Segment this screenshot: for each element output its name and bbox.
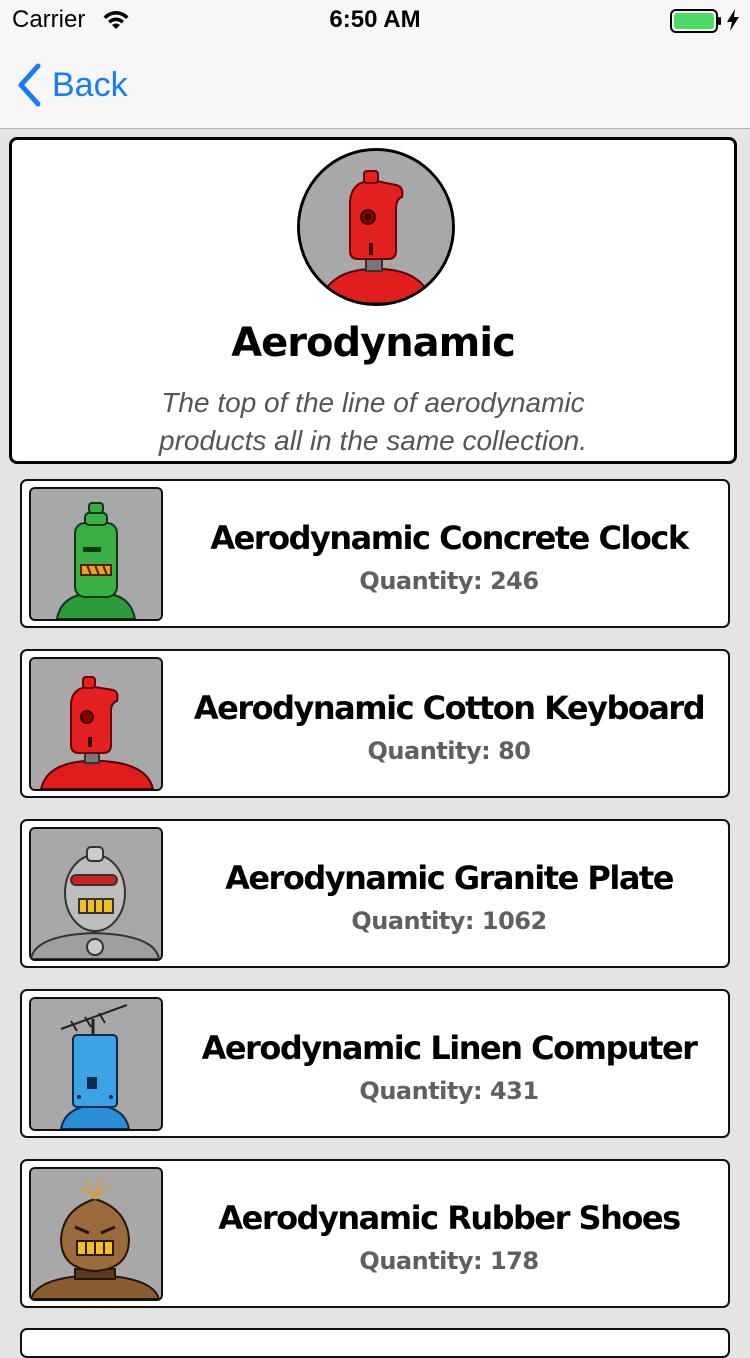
product-name: Aerodynamic Linen Computer (201, 1029, 698, 1067)
category-title: Aerodynamic (231, 320, 516, 366)
blue-robot-icon (29, 997, 163, 1131)
category-description: The top of the line of aerodynamic produ… (159, 387, 587, 456)
product-quantity: Quantity: 431 (359, 1077, 539, 1105)
product-row[interactable]: Aerodynamic Concrete Clock Quantity: 246 (20, 479, 730, 628)
battery-icon (670, 9, 721, 33)
product-quantity: Quantity: 246 (359, 567, 539, 595)
product-quantity: Quantity: 1062 (351, 907, 547, 935)
back-button[interactable]: Back (16, 62, 128, 108)
back-label: Back (52, 65, 128, 104)
brown-robot-icon (29, 1167, 163, 1301)
product-name: Aerodynamic Cotton Keyboard (193, 689, 706, 727)
green-robot-icon (29, 487, 163, 621)
product-quantity: Quantity: 80 (367, 737, 531, 765)
charging-bolt-icon (727, 9, 739, 31)
chevron-left-icon (18, 63, 41, 107)
product-name: Aerodynamic Granite Plate (225, 859, 674, 897)
red-robot-icon (297, 148, 455, 306)
product-row[interactable]: Aerodynamic Linen Computer Quantity: 431 (20, 989, 730, 1138)
clock-label: 6:50 AM (329, 6, 421, 33)
red-robot-icon (29, 657, 163, 791)
product-row[interactable]: Aerodynamic Rubber Shoes Quantity: 178 (20, 1159, 730, 1308)
product-row[interactable]: Aerodynamic Cotton Keyboard Quantity: 80 (20, 649, 730, 798)
category-header-card: Aerodynamic The top of the line of aerod… (9, 137, 737, 464)
product-name: Aerodynamic Concrete Clock (210, 519, 689, 557)
product-name: Aerodynamic Rubber Shoes (218, 1199, 681, 1237)
product-row-partial[interactable] (20, 1328, 730, 1358)
product-quantity: Quantity: 178 (359, 1247, 539, 1275)
silver-robot-icon (29, 827, 163, 961)
product-row[interactable]: Aerodynamic Granite Plate Quantity: 1062 (20, 819, 730, 968)
navigation-bar: Back (0, 40, 750, 129)
status-bar: Carrier 6:50 AM (0, 0, 750, 40)
